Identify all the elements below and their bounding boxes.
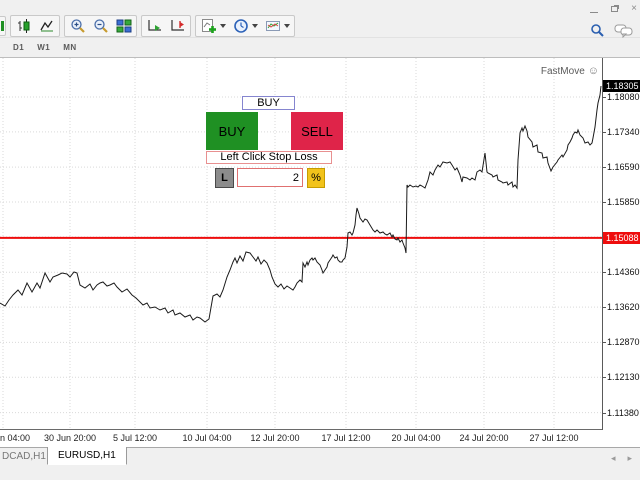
clock-icon — [233, 19, 248, 33]
timeframe-mn-button[interactable]: MN — [58, 41, 81, 54]
clipped-toolbar-button[interactable] — [0, 16, 6, 36]
stop-line-price-badge: 1.15088 — [603, 231, 640, 244]
chart-type-group — [10, 15, 60, 37]
time-label: 5 Jul 12:00 — [112, 433, 158, 443]
price-label: 1.17340 — [607, 126, 640, 137]
insert-group — [195, 15, 295, 37]
toolbar-right-tools — [590, 23, 640, 38]
price-label: 1.14360 — [607, 267, 640, 278]
indicators-icon — [201, 19, 216, 33]
price-tick — [603, 97, 606, 98]
price-tick — [603, 131, 606, 133]
buy-order-type-box[interactable]: BUY — [242, 96, 295, 110]
lots-toggle-button[interactable]: L — [215, 168, 234, 188]
price-tick — [603, 342, 606, 344]
window-controls: × — [590, 4, 637, 14]
price-axis: 1.18080 1.17340 1.16590 1.15850 1.14360 1.136… — [602, 58, 640, 430]
titlebar: × — [0, 0, 640, 16]
timeframe-d1-button[interactable]: D1 — [8, 41, 29, 54]
restore-button[interactable] — [611, 6, 619, 12]
search-icon[interactable] — [590, 23, 605, 38]
sell-button[interactable]: SELL — [291, 112, 343, 150]
zoom-out-button[interactable] — [89, 17, 112, 36]
time-label: 30 Jun 20:00 — [43, 433, 97, 443]
price-label: 1.13620 — [607, 302, 640, 313]
price-label: 1.15850 — [607, 197, 640, 208]
line-chart-button[interactable] — [35, 17, 58, 36]
price-tick — [603, 307, 606, 309]
chart-shift-icon — [170, 20, 184, 31]
buy-button[interactable]: BUY — [206, 112, 258, 150]
price-tick — [603, 377, 606, 379]
price-label: 1.16590 — [607, 162, 640, 173]
tile-windows-button[interactable] — [112, 17, 135, 36]
smiley-icon: ☺ — [587, 65, 599, 77]
indicator-name-text: FastMove — [540, 65, 585, 77]
price-label: 1.12870 — [607, 337, 640, 348]
candlestick-icon — [17, 19, 29, 33]
templates-dropdown-caret[interactable] — [284, 24, 290, 28]
zoom-group — [64, 15, 137, 37]
zoom-in-icon — [70, 19, 85, 33]
tab-scroll-arrows: ◂ ▸ — [611, 453, 632, 464]
price-tick — [603, 167, 606, 169]
percent-button[interactable]: % — [307, 168, 325, 188]
indicators-button[interactable] — [197, 17, 220, 36]
periods-button[interactable] — [229, 17, 252, 36]
time-label: 27 Jul 12:00 — [529, 433, 579, 443]
price-label: 1.18080 — [607, 92, 640, 102]
price-label: 1.12130 — [607, 372, 640, 383]
chart-plot-area[interactable]: FastMove ☺ BUY BUY SELL Left Click Stop … — [0, 58, 602, 430]
timeframe-bar: D1 W1 MN — [0, 38, 640, 58]
periods-dropdown-caret[interactable] — [252, 24, 258, 28]
time-label: 12 Jul 20:00 — [250, 433, 300, 443]
indicator-name-label: FastMove ☺ — [541, 65, 599, 77]
minimize-button[interactable] — [590, 6, 599, 13]
time-label: 10 Jul 04:00 — [182, 433, 232, 443]
time-label: 20 Jul 04:00 — [391, 433, 441, 443]
toolbar — [0, 15, 640, 38]
line-chart-icon — [39, 20, 53, 32]
price-tick — [603, 272, 606, 274]
tab-eurusd[interactable]: EURUSD,H1 — [47, 447, 127, 465]
chart-shift-button[interactable] — [166, 17, 189, 36]
price-tick — [603, 202, 606, 204]
tab-dcad[interactable]: DCAD,H1 — [2, 451, 46, 462]
zoom-out-icon — [93, 19, 108, 33]
templates-button[interactable] — [261, 17, 284, 36]
time-label: 17 Jul 12:00 — [321, 433, 371, 443]
close-button[interactable]: × — [631, 4, 637, 14]
auto-scroll-icon — [147, 20, 161, 31]
chat-icon[interactable] — [614, 23, 634, 38]
template-icon — [265, 21, 280, 31]
price-label: 1.11380 — [607, 407, 639, 418]
auto-scroll-button[interactable] — [143, 17, 166, 36]
time-label: n 04:00 — [0, 433, 31, 443]
time-label: 24 Jul 20:00 — [459, 433, 509, 443]
chart-tab-bar: DCAD,H1 EURUSD,H1 ◂ ▸ — [0, 447, 640, 466]
scroll-group — [141, 15, 191, 37]
timeframe-w1-button[interactable]: W1 — [32, 41, 55, 54]
stop-loss-input[interactable] — [237, 168, 303, 187]
zoom-in-button[interactable] — [66, 17, 89, 36]
indicators-dropdown-caret[interactable] — [220, 24, 226, 28]
price-tick — [603, 412, 606, 414]
tile-windows-icon — [116, 19, 131, 33]
current-price-badge: 1.18305 — [603, 80, 640, 93]
time-axis: n 04:00 30 Jun 20:00 5 Jul 12:00 10 Jul 04:… — [0, 430, 640, 447]
candlestick-chart-button[interactable] — [12, 17, 35, 36]
tab-scroll-right-button[interactable]: ▸ — [627, 453, 632, 464]
tab-scroll-left-button[interactable]: ◂ — [611, 453, 616, 464]
status-bar — [0, 466, 640, 480]
stop-loss-instruction-label: Left Click Stop Loss — [206, 151, 332, 164]
